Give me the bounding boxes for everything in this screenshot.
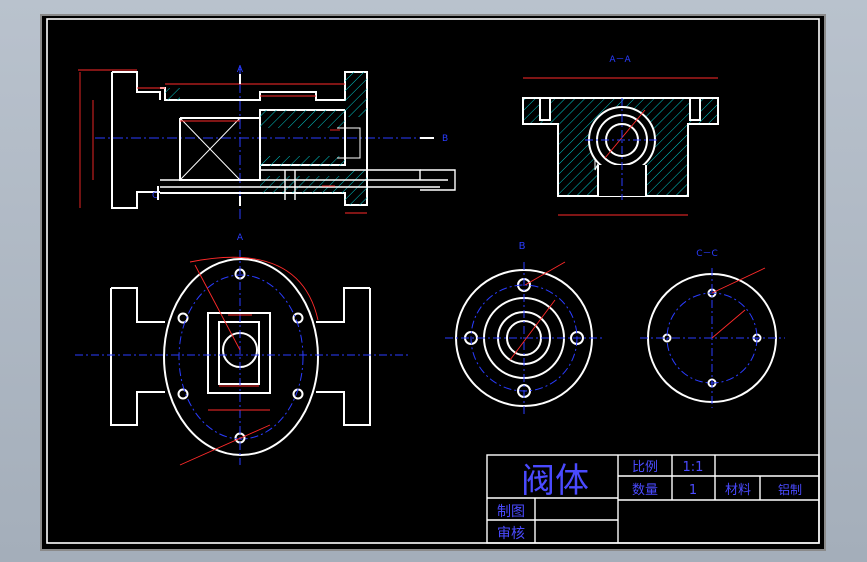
view-b-label: B xyxy=(519,241,526,252)
checked-by-label: 审核 xyxy=(497,526,525,542)
material-label: 材料 xyxy=(725,483,751,498)
quantity-label: 数量 xyxy=(632,483,658,498)
part-name: 阀体 xyxy=(521,461,589,501)
section-mark-b: B xyxy=(442,134,448,144)
quantity-value: 1 xyxy=(689,483,697,498)
drawn-by-label: 制图 xyxy=(497,504,525,520)
section-aa-label: A－A xyxy=(609,55,631,65)
paper-background xyxy=(40,14,826,551)
material-value: 铝制 xyxy=(778,482,802,497)
view-cc-label: C－C xyxy=(696,249,718,259)
scale-label: 比例 xyxy=(632,460,658,475)
drawing-sheet: A A B C A－A B C－C 阀体 比例 1:1 数量 1 材料 铝制 制… xyxy=(40,14,826,551)
scale-value: 1:1 xyxy=(683,460,704,475)
section-mark-a-top: A xyxy=(237,65,244,75)
section-mark-a-bottom: A xyxy=(237,233,244,243)
